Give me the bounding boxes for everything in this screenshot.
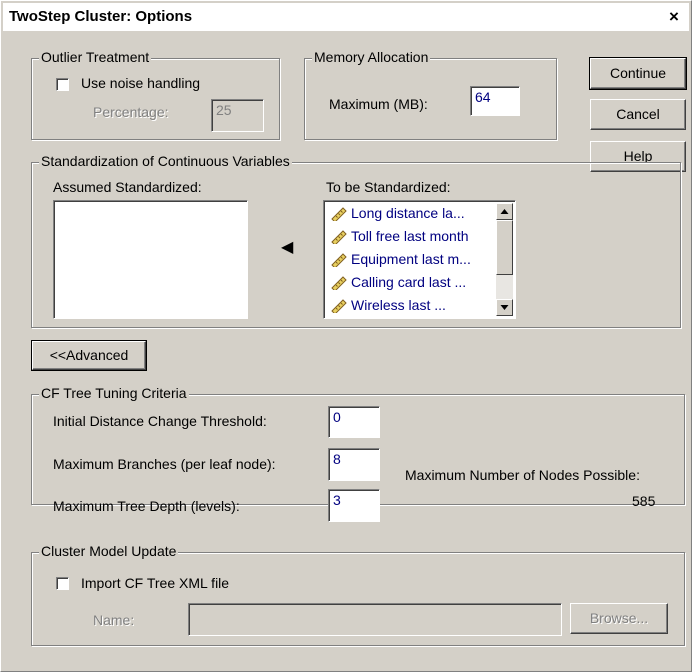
variable-name: Long distance la... [351, 205, 465, 221]
max-branches-field[interactable]: 8 [328, 448, 380, 481]
standardization-legend: Standardization of Continuous Variables [39, 153, 292, 169]
max-depth-label: Maximum Tree Depth (levels): [53, 498, 240, 514]
variable-list-item[interactable]: Wireless last ... [330, 297, 446, 317]
variable-name: Wireless last ... [351, 297, 446, 313]
scale-ruler-icon [331, 230, 347, 244]
variable-list-item[interactable]: Toll free last month [330, 228, 469, 248]
import-xml-checkbox[interactable] [56, 577, 69, 590]
advanced-button[interactable]: <<Advanced [31, 340, 147, 371]
name-field[interactable] [188, 603, 562, 636]
scale-ruler-icon [331, 276, 347, 290]
name-label: Name: [93, 612, 135, 628]
percentage-label: Percentage: [93, 104, 169, 120]
browse-button[interactable]: Browse... [570, 603, 668, 634]
cluster-model-update-legend: Cluster Model Update [39, 543, 179, 559]
move-left-arrow-icon[interactable]: ◀ [281, 237, 293, 257]
cancel-button[interactable]: Cancel [590, 99, 686, 130]
scroll-up-icon [500, 209, 509, 214]
assumed-standardized-list[interactable] [53, 200, 248, 319]
scale-ruler-icon [331, 253, 347, 267]
variable-list-item[interactable]: Long distance la... [330, 205, 465, 225]
use-noise-checkbox[interactable] [56, 78, 69, 91]
scale-ruler-icon [331, 299, 347, 313]
to-be-standardized-list[interactable]: Long distance la... Toll free last month E… [323, 200, 516, 319]
cf-tree-legend: CF Tree Tuning Criteria [39, 385, 189, 401]
memory-maximum-label: Maximum (MB): [329, 96, 428, 112]
dialog-title: TwoStep Cluster: Options [9, 8, 193, 25]
initial-distance-label: Initial Distance Change Threshold: [53, 413, 267, 429]
import-xml-label: Import CF Tree XML file [81, 575, 230, 591]
max-branches-label: Maximum Branches (per leaf node): [53, 456, 276, 472]
variable-name: Toll free last month [351, 228, 469, 244]
max-depth-field[interactable]: 3 [328, 489, 380, 522]
list-scrollbar[interactable] [496, 203, 513, 316]
assumed-standardized-label: Assumed Standardized: [53, 179, 202, 195]
close-icon[interactable]: × [663, 7, 685, 27]
memory-allocation-legend: Memory Allocation [312, 49, 431, 65]
initial-distance-field[interactable]: 0 [328, 406, 380, 438]
scale-ruler-icon [331, 207, 347, 221]
scroll-up-button[interactable] [496, 203, 513, 220]
percentage-field[interactable]: 25 [211, 99, 264, 132]
outlier-treatment-legend: Outlier Treatment [39, 49, 152, 65]
variable-name: Calling card last ... [351, 274, 467, 290]
scroll-thumb[interactable] [496, 220, 513, 275]
scroll-down-icon [500, 305, 509, 310]
memory-maximum-field[interactable]: 64 [470, 86, 520, 116]
max-nodes-label: Maximum Number of Nodes Possible: [405, 467, 640, 483]
continue-button[interactable]: Continue [589, 57, 687, 90]
max-nodes-value: 585 [632, 493, 656, 509]
variable-name: Equipment last m... [351, 251, 471, 267]
title-bar[interactable]: TwoStep Cluster: Options × [3, 3, 689, 31]
to-be-standardized-label: To be Standardized: [326, 179, 451, 195]
variable-list-item[interactable]: Calling card last ... [330, 274, 466, 294]
options-dialog: TwoStep Cluster: Options × Outlier Treat… [0, 0, 692, 672]
variable-list-item[interactable]: Equipment last m... [330, 251, 471, 271]
scroll-down-button[interactable] [496, 299, 513, 316]
use-noise-label: Use noise handling [81, 75, 201, 91]
